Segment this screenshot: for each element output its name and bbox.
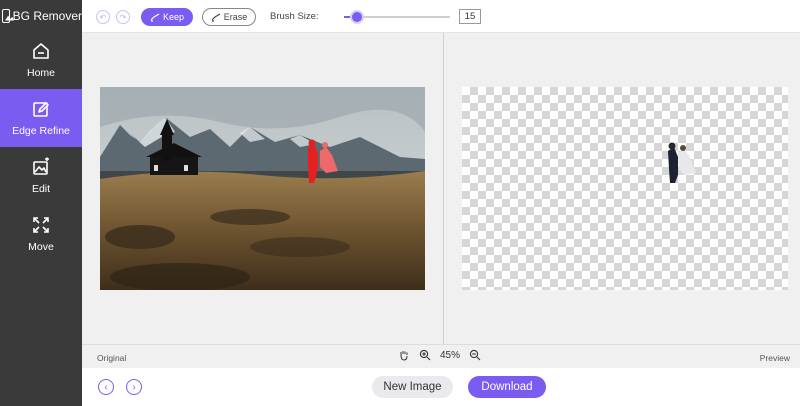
toolbar: ↶ ↷ Keep Erase Brush Size: 15 [82,0,800,33]
zoom-controls: 45% [398,349,481,361]
new-image-button[interactable]: New Image [372,376,453,398]
previous-button[interactable]: ‹ [98,379,114,395]
undo-button[interactable]: ↶ [96,10,110,24]
brush-size-slider-thumb[interactable] [351,12,362,22]
app-title: BG Remover [12,8,82,23]
keep-button[interactable]: Keep [141,8,193,26]
original-image[interactable] [100,87,425,290]
preview-cutout [668,142,696,183]
next-button[interactable]: › [126,379,142,395]
image-edit-icon [33,157,49,175]
sidebar-item-label: Home [26,67,55,79]
original-label: Original [97,353,127,363]
canvas-area [82,33,800,344]
zoom-level: 45% [440,349,461,361]
zoom-out-icon[interactable] [469,349,481,361]
undo-icon: ↶ [99,12,107,22]
home-icon [33,43,49,59]
keep-label: Keep [162,12,185,22]
footer: ‹ › New Image Download [82,368,800,406]
keep-brush-icon [150,12,160,22]
erase-button[interactable]: Erase [202,8,256,26]
redo-icon: ↷ [119,12,127,22]
sidebar-item-home[interactable]: Home [0,31,82,89]
sidebar-item-label: Move [28,241,54,253]
original-photo [100,87,425,290]
zoom-in-icon[interactable] [419,349,431,361]
download-button[interactable]: Download [468,376,546,398]
preview-image[interactable] [462,87,788,290]
sidebar: BG Remover Home Edge Refine Edit Move [0,0,82,406]
erase-label: Erase [223,12,248,22]
app-brand: BG Remover [0,0,82,31]
edit-pencil-icon [33,102,49,117]
app-logo-icon [2,8,10,23]
erase-brush-icon [211,12,221,22]
sidebar-item-label: Edge Refine [12,125,70,137]
sidebar-item-label: Edit [31,183,51,195]
preview-label: Preview [759,353,790,363]
sidebar-item-edit[interactable]: Edit [0,147,82,205]
move-arrows-icon [33,217,49,233]
split-divider[interactable] [443,33,444,344]
brush-size-value[interactable]: 15 [459,9,481,24]
chevron-left-icon: ‹ [104,381,108,393]
sidebar-item-move[interactable]: Move [0,205,82,263]
brush-size-label: Brush Size: [270,11,319,22]
redo-button[interactable]: ↷ [116,10,130,24]
sidebar-item-edge-refine[interactable]: Edge Refine [0,89,82,147]
chevron-right-icon: › [132,381,136,393]
brush-size-slider[interactable] [344,12,450,22]
status-bar: Original 45% Preview [82,344,800,368]
hand-pan-icon[interactable] [398,349,410,361]
